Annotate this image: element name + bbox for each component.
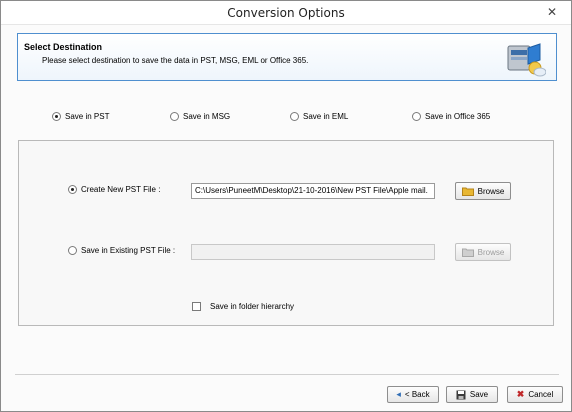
- header-description: Please select destination to save the da…: [42, 56, 309, 65]
- radio-label: Save in PST: [65, 112, 110, 121]
- folder-icon: [461, 187, 474, 196]
- folder-hierarchy-option[interactable]: Save in folder hierarchy: [192, 302, 294, 311]
- radio-indicator[interactable]: [412, 112, 421, 121]
- window-title: Conversion Options: [227, 6, 345, 20]
- radio-indicator[interactable]: [68, 185, 77, 194]
- radio-label: Save in EML: [303, 112, 349, 121]
- back-arrow-icon: ◂: [396, 389, 401, 399]
- folder-hierarchy-label: Save in folder hierarchy: [210, 302, 295, 311]
- cancel-label: Cancel: [528, 390, 554, 399]
- save-button[interactable]: Save: [446, 386, 498, 403]
- pst-options-panel: Create New PST File : C:\Users\PuneetM\D…: [18, 140, 554, 326]
- conversion-options-dialog: Conversion Options ✕ Select Destination …: [0, 0, 572, 412]
- radio-indicator[interactable]: [68, 246, 77, 255]
- radio-indicator[interactable]: [52, 112, 61, 121]
- browse-existing-button[interactable]: Browse: [455, 243, 511, 261]
- destination-options: Save in PST Save in MSG Save in EML Save…: [1, 112, 571, 126]
- create-new-pst-label: Create New PST File :: [81, 185, 161, 194]
- radio-save-office365[interactable]: Save in Office 365: [412, 112, 490, 121]
- radio-create-new-pst[interactable]: Create New PST File :: [68, 185, 160, 194]
- radio-label: Save in Office 365: [425, 112, 491, 121]
- radio-save-msg[interactable]: Save in MSG: [170, 112, 230, 121]
- radio-indicator[interactable]: [290, 112, 299, 121]
- close-icon[interactable]: ✕: [543, 4, 561, 20]
- radio-existing-pst[interactable]: Save in Existing PST File :: [68, 246, 175, 255]
- floppy-disk-icon: [456, 390, 466, 399]
- cancel-x-icon: ✖: [516, 389, 525, 399]
- radio-save-pst[interactable]: Save in PST: [52, 112, 109, 121]
- cancel-button[interactable]: ✖ Cancel: [507, 386, 563, 403]
- back-button[interactable]: ◂ < Back: [387, 386, 439, 403]
- header-title: Select Destination: [24, 42, 103, 52]
- browse-label: Browse: [477, 186, 505, 196]
- browse-button[interactable]: Browse: [455, 182, 511, 200]
- existing-pst-path-field[interactable]: [191, 244, 435, 260]
- outlook-mailbox-icon: [507, 43, 546, 77]
- select-destination-header: Select Destination Please select destina…: [17, 33, 557, 81]
- footer-separator: [15, 374, 559, 375]
- browse-label: Browse: [477, 247, 505, 257]
- radio-label: Save in MSG: [183, 112, 231, 121]
- folder-hierarchy-checkbox[interactable]: [192, 302, 201, 311]
- title-bar: Conversion Options ✕: [1, 1, 571, 25]
- folder-icon: [461, 248, 474, 257]
- back-label: < Back: [404, 390, 430, 399]
- save-label: Save: [469, 390, 489, 399]
- radio-indicator[interactable]: [170, 112, 179, 121]
- radio-save-eml[interactable]: Save in EML: [290, 112, 348, 121]
- new-pst-path-field[interactable]: C:\Users\PuneetM\Desktop\21-10-2016\New …: [191, 183, 435, 199]
- existing-pst-label: Save in Existing PST File :: [81, 246, 176, 255]
